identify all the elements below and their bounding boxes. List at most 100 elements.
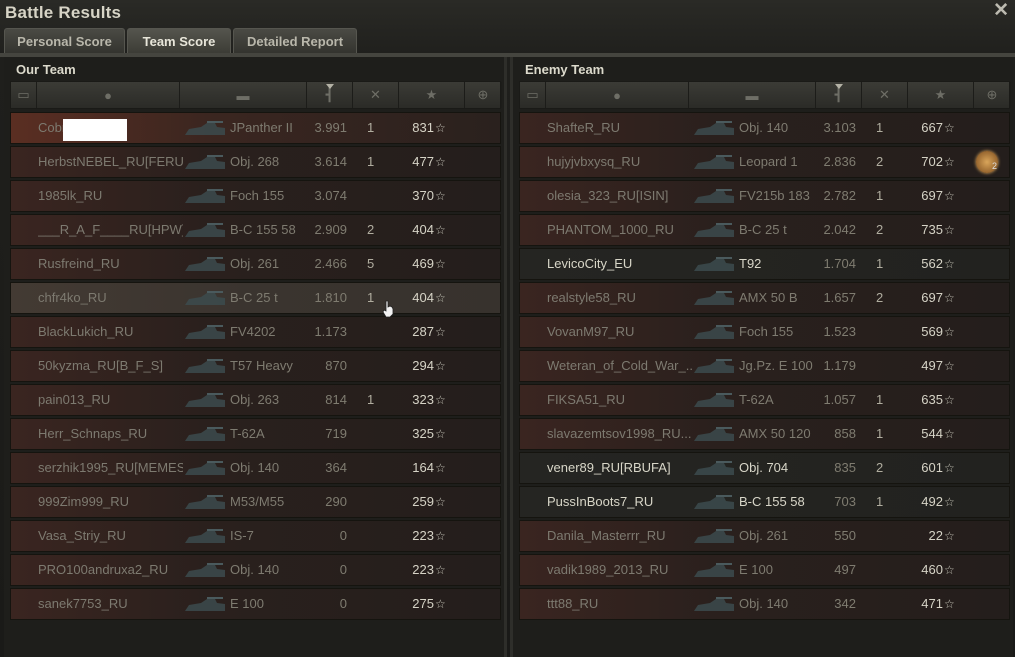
medal-icon[interactable]: ⊕ xyxy=(974,82,1011,108)
kills-value: 1 xyxy=(876,188,884,203)
player-row[interactable]: ShafteR_RU Obj. 140 3.103 1 667 ☆ xyxy=(519,112,1010,144)
kills-icon[interactable]: ✕ xyxy=(353,82,399,108)
player-name: LevicoCity_EU xyxy=(547,256,633,271)
star-icon: ☆ xyxy=(944,393,955,407)
squad-icon[interactable]: ▭ xyxy=(11,82,37,108)
kills-value: 5 xyxy=(367,256,375,271)
player-row[interactable]: chfr4ko_RU B-C 25 t 1.810 1 404 ☆ xyxy=(10,282,501,314)
kills-value: 1 xyxy=(876,494,884,509)
player-row[interactable]: serzhik1995_RU[MEMES] Obj. 140 364 164 ☆ xyxy=(10,452,501,484)
player-row[interactable]: BlackLukich_RU FV4202 1.173 287 ☆ xyxy=(10,316,501,348)
xp-value: 635 xyxy=(921,392,943,407)
tank-icon[interactable]: ▬ xyxy=(180,82,307,108)
enemy-team-panel: Enemy Team ▭ ● ▬ ┫ ✕ ★ ⊕ ShafteR_RU Obj. 140 3.1… xyxy=(510,57,1013,657)
player-row[interactable]: Rusfreind_RU Obj. 261 2.466 5 469 ☆ xyxy=(10,248,501,280)
xp-star-icon[interactable]: ★ xyxy=(908,82,974,108)
tank-icon xyxy=(690,523,738,549)
damage-value: 3.074 xyxy=(314,188,347,203)
player-row[interactable]: pain013_RU Obj. 263 814 1 323 ☆ xyxy=(10,384,501,416)
kills-icon[interactable]: ✕ xyxy=(862,82,908,108)
star-icon: ☆ xyxy=(944,189,955,203)
damage-value: 364 xyxy=(325,460,347,475)
player-row[interactable]: PRO100andruxa2_RU Obj. 140 0 223 ☆ xyxy=(10,554,501,586)
player-name: chfr4ko_RU xyxy=(38,290,107,305)
player-name: vadik1989_2013_RU xyxy=(547,562,669,577)
squad-icon[interactable]: ▭ xyxy=(520,82,546,108)
star-icon: ☆ xyxy=(435,291,446,305)
player-row[interactable]: 999Zim999_RU M53/M55 290 259 ☆ xyxy=(10,486,501,518)
player-row[interactable]: ttt88_RU Obj. 140 342 471 ☆ xyxy=(519,588,1010,620)
star-icon: ☆ xyxy=(435,529,446,543)
player-row[interactable]: HerbstNEBEL_RU[FERUF] Obj. 268 3.614 1 477 ☆ xyxy=(10,146,501,178)
star-icon: ☆ xyxy=(435,461,446,475)
player-row[interactable]: Danila_Masterrr_RU Obj. 261 550 22 ☆ xyxy=(519,520,1010,552)
player-name: Herr_Schnaps_RU xyxy=(38,426,148,441)
tank-icon xyxy=(181,149,229,175)
damage-value: 290 xyxy=(325,494,347,509)
tank-name: E 100 xyxy=(230,596,264,611)
tank-name: T57 Heavy xyxy=(230,358,293,373)
player-row[interactable]: 50kyzma_RU[B_F_S] T57 Heavy 870 294 ☆ xyxy=(10,350,501,382)
player-row[interactable]: Weteran_of_Cold_War_... Jg.Pz. E 100 1.179… xyxy=(519,350,1010,382)
player-icon[interactable]: ● xyxy=(546,82,689,108)
damage-icon[interactable]: ┫ xyxy=(816,82,862,108)
xp-value: 469 xyxy=(412,256,434,271)
xp-value: 259 xyxy=(412,494,434,509)
player-row[interactable]: realstyle58_RU AMX 50 B 1.657 2 697 ☆ xyxy=(519,282,1010,314)
kills-value xyxy=(367,419,387,449)
player-row[interactable]: vener89_RU[RBUFA] Obj. 704 835 2 601 ☆ xyxy=(519,452,1010,484)
player-row[interactable]: vadik1989_2013_RU E 100 497 460 ☆ xyxy=(519,554,1010,586)
player-row[interactable]: hujyjvbxysq_RU Leopard 1 2.836 2 702 ☆ 2 xyxy=(519,146,1010,178)
tank-name: Obj. 261 xyxy=(739,528,789,543)
xp-star-icon[interactable]: ★ xyxy=(399,82,465,108)
xp-value: 697 xyxy=(921,188,943,203)
damage-icon[interactable]: ┫ xyxy=(307,82,353,108)
kills-value: 1 xyxy=(876,426,884,441)
player-name: BlackLukich_RU xyxy=(38,324,134,339)
player-row[interactable]: VovanM97_RU Foch 155 1.523 569 ☆ xyxy=(519,316,1010,348)
damage-value: 3.991 xyxy=(314,120,347,135)
tank-icon xyxy=(690,591,738,617)
player-row[interactable]: ___R_A_F____RU[HPW] B-C 155 58 2.909 2 404 ☆ xyxy=(10,214,501,246)
tank-icon xyxy=(181,251,229,277)
player-row[interactable]: PHANTOM_1000_RU B-C 25 t 2.042 2 735 ☆ xyxy=(519,214,1010,246)
player-row[interactable]: sanek7753_RU E 100 0 275 ☆ xyxy=(10,588,501,620)
star-icon: ☆ xyxy=(435,427,446,441)
player-row[interactable]: Herr_Schnaps_RU T-62A 719 325 ☆ xyxy=(10,418,501,450)
tank-name: JPanther II xyxy=(230,120,293,135)
medal-icon[interactable]: ⊕ xyxy=(465,82,502,108)
damage-value: 870 xyxy=(325,358,347,373)
xp-value: 471 xyxy=(921,596,943,611)
player-row[interactable]: slavazemtsov1998_RU... AMX 50 120 858 1 544 ☆ xyxy=(519,418,1010,450)
tank-name: T-62A xyxy=(230,426,265,441)
tank-name: M53/M55 xyxy=(230,494,285,509)
tank-icon xyxy=(181,455,229,481)
damage-value: 2.836 xyxy=(823,154,856,169)
tank-icon xyxy=(181,421,229,447)
player-row[interactable]: PussInBoots7_RU B-C 155 58 703 1 492 ☆ xyxy=(519,486,1010,518)
tank-icon xyxy=(181,387,229,413)
damage-value: 858 xyxy=(834,426,856,441)
player-row[interactable]: Cobr JPanther II 3.991 1 831 ☆ xyxy=(10,112,501,144)
player-row[interactable]: olesia_323_RU[ISIN] FV215b 183 2.782 1 697 ☆ xyxy=(519,180,1010,212)
kills-value xyxy=(367,317,387,347)
star-icon: ☆ xyxy=(944,257,955,271)
tab-detailed-report[interactable]: Detailed Report xyxy=(233,28,357,53)
tank-icon xyxy=(690,319,738,345)
tank-icon xyxy=(181,183,229,209)
star-icon: ☆ xyxy=(944,563,955,577)
player-row[interactable]: LevicoCity_EU T92 1.704 1 562 ☆ xyxy=(519,248,1010,280)
star-icon: ☆ xyxy=(435,495,446,509)
player-row[interactable]: Vasa_Striy_RU IS-7 0 223 ☆ xyxy=(10,520,501,552)
tank-icon[interactable]: ▬ xyxy=(689,82,816,108)
player-icon[interactable]: ● xyxy=(37,82,180,108)
player-name: ShafteR_RU xyxy=(547,120,620,135)
xp-value: 702 xyxy=(921,154,943,169)
kills-value: 1 xyxy=(876,392,884,407)
tank-name: Foch 155 xyxy=(230,188,285,203)
player-row[interactable]: 1985lk_RU Foch 155 3.074 370 ☆ xyxy=(10,180,501,212)
tab-team-score[interactable]: Team Score xyxy=(127,28,231,53)
tab-personal-score[interactable]: Personal Score xyxy=(4,28,125,53)
close-icon[interactable]: ✕ xyxy=(993,1,1009,21)
player-row[interactable]: FIKSA51_RU T-62A 1.057 1 635 ☆ xyxy=(519,384,1010,416)
